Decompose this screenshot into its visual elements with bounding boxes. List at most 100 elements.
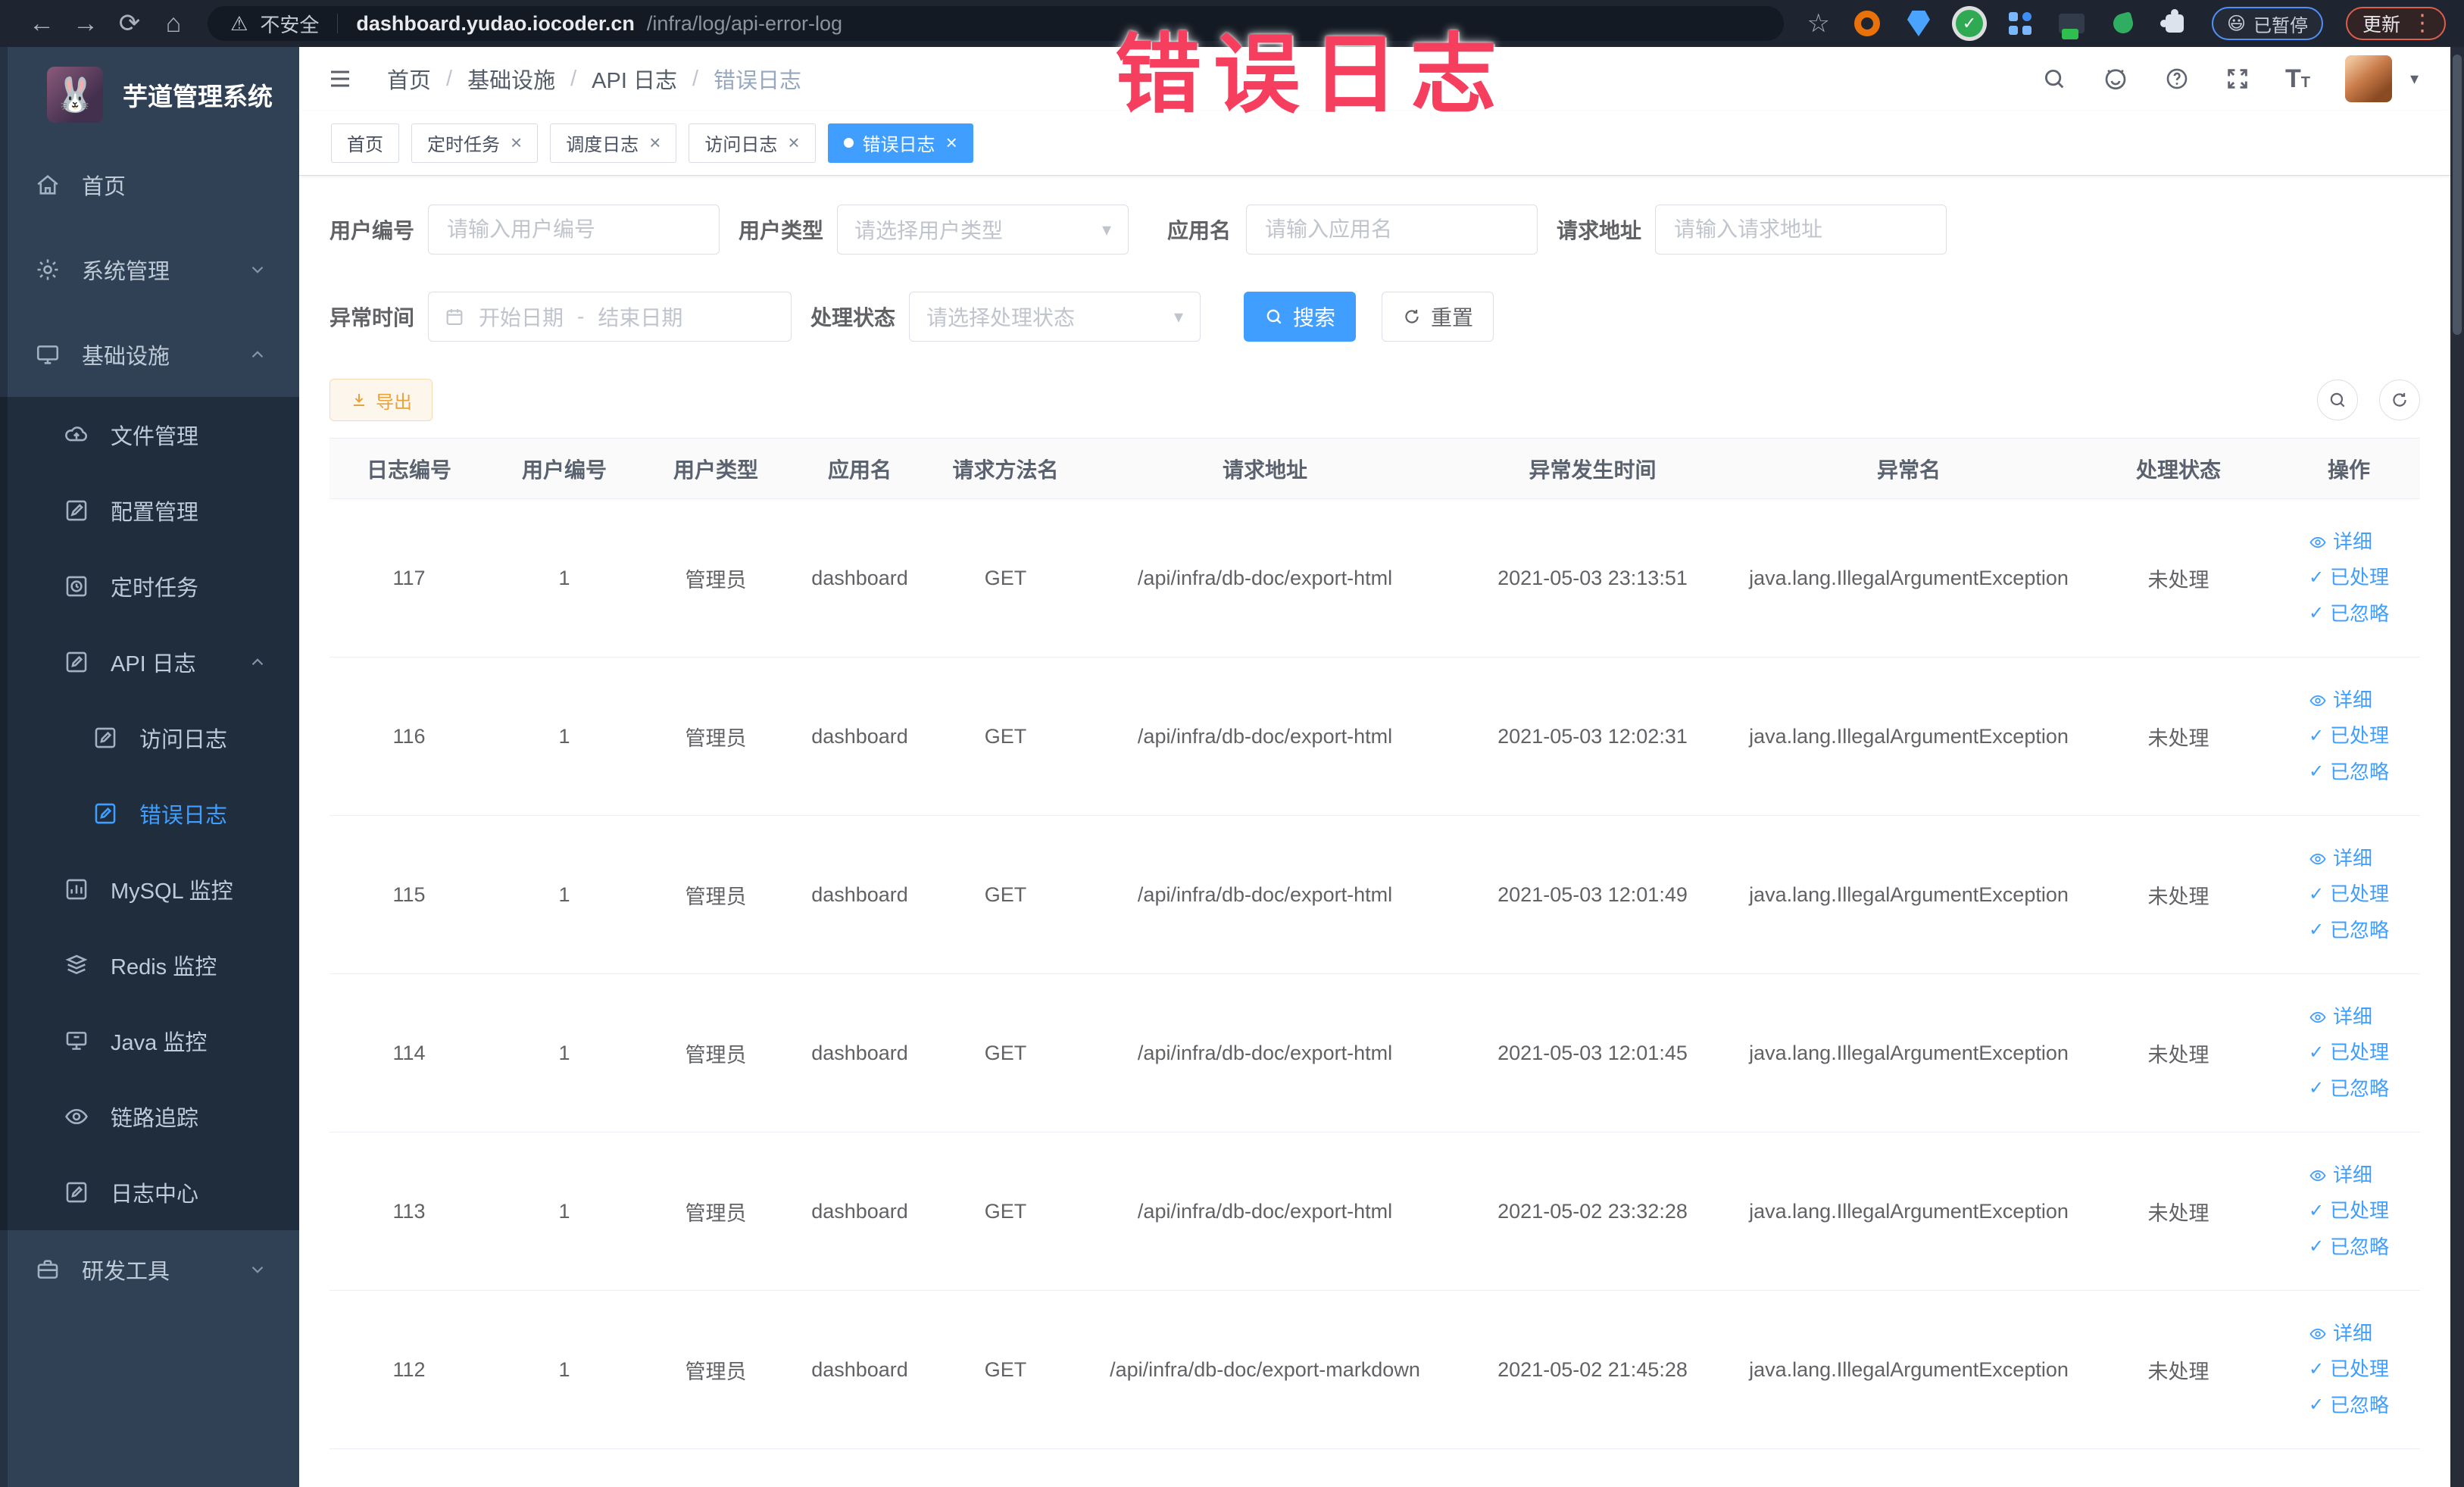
column-header[interactable]: 用户编号	[489, 438, 640, 499]
bookmark-star-icon[interactable]: ☆	[1807, 8, 1829, 39]
browser-menu-kebab-icon[interactable]: ⋮	[2411, 12, 2434, 35]
filter-request-url: 请求地址	[1557, 205, 1947, 255]
app-name-input[interactable]	[1246, 205, 1538, 255]
extension-grid-icon[interactable]	[2006, 9, 2035, 38]
export-button[interactable]: 导出	[329, 379, 433, 421]
detail-link[interactable]: 详细	[2309, 1322, 2372, 1345]
sidebar-item-scheduled-jobs[interactable]: 定时任务	[0, 548, 299, 624]
sidebar-item-file-manage[interactable]: 文件管理	[0, 397, 299, 473]
scrollbar-thumb[interactable]	[2453, 55, 2462, 335]
user-id-input[interactable]	[428, 205, 720, 255]
tab-dispatch-log[interactable]: 调度日志 ×	[550, 123, 677, 163]
cloud-upload-icon	[65, 426, 87, 442]
column-header[interactable]: 用户类型	[640, 438, 792, 499]
tab-home[interactable]: 首页	[331, 123, 399, 163]
browser-back-icon[interactable]: ←	[20, 9, 64, 39]
eye-icon	[65, 1108, 88, 1125]
breadcrumb-item[interactable]: 首页	[387, 63, 431, 95]
browser-home-icon[interactable]: ⌂	[151, 9, 195, 39]
sidebar-item-system[interactable]: 系统管理	[0, 227, 299, 312]
close-tab-icon[interactable]: ×	[649, 131, 661, 155]
column-header[interactable]: 处理状态	[2079, 438, 2278, 499]
column-header[interactable]: 请求地址	[1083, 438, 1447, 499]
detail-link[interactable]: 详细	[2309, 847, 2372, 870]
detail-link[interactable]: 详细	[2309, 689, 2372, 712]
chrome-update-button[interactable]: 更新 ⋮	[2345, 7, 2446, 40]
mark-ignored-link[interactable]: ✓ 已忽略	[2309, 602, 2389, 626]
sidebar-item-mysql-monitor[interactable]: MySQL 监控	[0, 851, 299, 927]
sidebar-item-infra[interactable]: 基础设施	[0, 312, 299, 397]
font-size-icon[interactable]: TT	[2285, 66, 2310, 92]
monitor-icon	[36, 345, 59, 364]
sidebar-item-redis-monitor[interactable]: Redis 监控	[0, 927, 299, 1003]
github-icon[interactable]	[2102, 65, 2129, 92]
extension-on-badge-icon[interactable]	[2057, 9, 2086, 39]
sidebar-item-api-log[interactable]: API 日志	[0, 624, 299, 700]
refresh-table-button[interactable]	[2379, 380, 2420, 420]
tab-label: 定时任务	[427, 135, 500, 155]
mark-processed-link[interactable]: ✓ 已处理	[2309, 724, 2389, 748]
toggle-search-button[interactable]	[2317, 380, 2358, 420]
detail-link[interactable]: 详细	[2309, 530, 2372, 554]
extension-ring-icon[interactable]	[1853, 9, 1882, 38]
extension-shield-icon[interactable]	[1904, 9, 1933, 38]
detail-link[interactable]: 详细	[2309, 1005, 2372, 1029]
reset-button[interactable]: 重置	[1382, 292, 1494, 342]
close-tab-icon[interactable]: ×	[788, 131, 799, 155]
request-url-input[interactable]	[1655, 205, 1947, 255]
column-header[interactable]: 日志编号	[329, 438, 489, 499]
mark-ignored-link[interactable]: ✓ 已忽略	[2309, 1236, 2389, 1259]
mark-processed-link[interactable]: ✓ 已处理	[2309, 1357, 2389, 1381]
column-header[interactable]: 异常发生时间	[1447, 438, 1738, 499]
address-bar[interactable]: ⚠ 不安全 dashboard.yudao.iocoder.cn /infra/…	[208, 6, 1785, 41]
sidebar-item-config-manage[interactable]: 配置管理	[0, 473, 299, 548]
sidebar-item-error-log[interactable]: 错误日志	[0, 776, 299, 851]
search-icon[interactable]	[2041, 66, 2067, 92]
column-header[interactable]: 应用名	[792, 438, 928, 499]
help-icon[interactable]	[2164, 66, 2190, 92]
mark-ignored-link[interactable]: ✓ 已忽略	[2309, 919, 2389, 942]
close-tab-icon[interactable]: ×	[511, 131, 522, 155]
tab-access-log[interactable]: 访问日志 ×	[689, 123, 816, 163]
detail-link[interactable]: 详细	[2309, 1164, 2372, 1187]
browser-reload-icon[interactable]: ⟳	[108, 8, 151, 39]
browser-forward-icon[interactable]: →	[64, 9, 108, 39]
security-label[interactable]: 不安全	[260, 10, 319, 38]
avatar-caret-icon[interactable]: ▾	[2410, 69, 2419, 89]
close-tab-icon[interactable]: ×	[946, 131, 957, 155]
mark-ignored-link[interactable]: ✓ 已忽略	[2309, 761, 2389, 784]
hamburger-icon[interactable]	[326, 65, 354, 92]
mark-processed-link[interactable]: ✓ 已处理	[2309, 883, 2389, 906]
sidebar-item-tracing[interactable]: 链路追踪	[0, 1079, 299, 1154]
page-scrollbar[interactable]	[2450, 47, 2464, 1487]
sidebar-item-log-center[interactable]: 日志中心	[0, 1154, 299, 1230]
extension-check-icon[interactable]: ✓	[1955, 10, 1983, 37]
mark-processed-link[interactable]: ✓ 已处理	[2309, 1199, 2389, 1223]
breadcrumb-item[interactable]: API 日志	[592, 63, 677, 95]
tab-scheduled-jobs[interactable]: 定时任务 ×	[411, 123, 539, 163]
sidebar-item-dev-tools[interactable]: 研发工具	[0, 1230, 299, 1309]
column-header[interactable]: 异常名	[1738, 438, 2079, 499]
sidebar-item-java-monitor[interactable]: Java 监控	[0, 1003, 299, 1079]
mark-processed-link[interactable]: ✓ 已处理	[2309, 1041, 2389, 1064]
mark-ignored-link[interactable]: ✓ 已忽略	[2309, 1077, 2389, 1101]
date-range-picker[interactable]: 开始日期 - 结束日期	[428, 292, 792, 342]
sidebar-item-home[interactable]: 首页	[0, 142, 299, 227]
column-header[interactable]: 请求方法名	[928, 438, 1083, 499]
mark-ignored-link[interactable]: ✓ 已忽略	[2309, 1394, 2389, 1417]
extension-leaf-icon[interactable]	[2109, 9, 2138, 38]
app-logo[interactable]: 🐰 芋道管理系统	[0, 47, 299, 142]
sidebar-item-access-log[interactable]: 访问日志	[0, 700, 299, 776]
user-type-select[interactable]: 请选择用户类型 ▾	[837, 205, 1129, 255]
mark-processed-link[interactable]: ✓ 已处理	[2309, 566, 2389, 589]
profile-paused-pill[interactable]: 😃 已暂停	[2211, 7, 2323, 40]
column-header[interactable]: 操作	[2278, 438, 2420, 499]
fullscreen-icon[interactable]	[2225, 66, 2250, 92]
tab-error-log[interactable]: 错误日志 ×	[827, 123, 973, 163]
extension-puzzle-icon[interactable]	[2160, 9, 2189, 38]
avatar[interactable]	[2344, 55, 2392, 102]
cell-request-url: /api/infra/db-doc/export-html	[1083, 1132, 1447, 1291]
breadcrumb-item[interactable]: 基础设施	[467, 63, 555, 95]
process-status-select[interactable]: 请选择处理状态 ▾	[909, 292, 1201, 342]
search-button[interactable]: 搜索	[1244, 292, 1357, 342]
